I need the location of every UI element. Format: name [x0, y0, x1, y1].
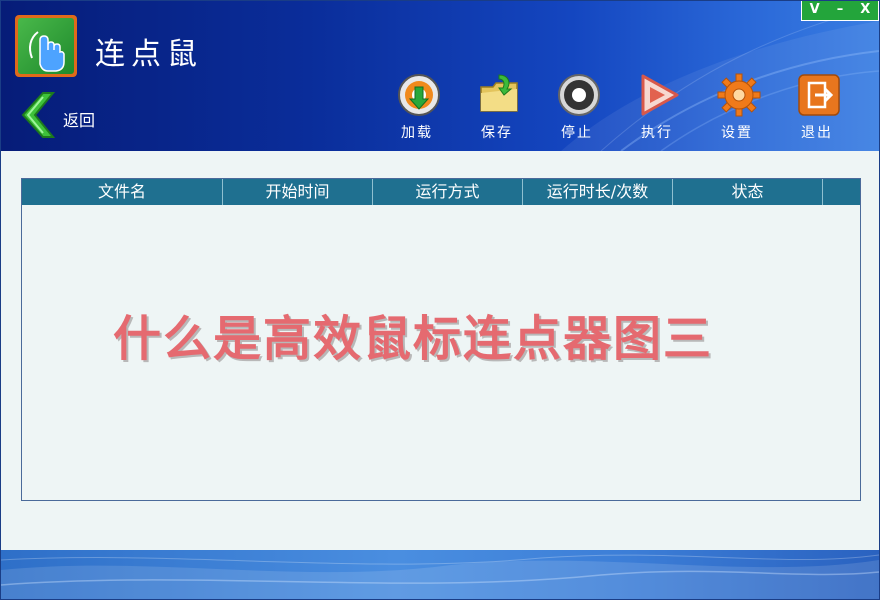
exit-button[interactable]: 退出: [791, 73, 843, 143]
load-button[interactable]: 加载: [391, 73, 443, 143]
column-header-status[interactable]: 状态: [673, 179, 823, 205]
back-label: 返回: [63, 111, 96, 130]
header: 连点鼠 返回 V – X 加载 保存 停止 执行 设置 退出: [1, 1, 879, 151]
app-window: 连点鼠 返回 V – X 加载 保存 停止 执行 设置 退出 文件名 开始时间 …: [0, 0, 880, 600]
execute-button[interactable]: 执行: [631, 73, 683, 143]
table-header: 文件名 开始时间 运行方式 运行时长/次数 状态: [22, 179, 860, 205]
save-button[interactable]: 保存: [471, 73, 523, 143]
footer-swoosh-decoration: [1, 554, 879, 599]
minimize-button[interactable]: –: [827, 1, 852, 20]
window-controls: V – X: [801, 1, 879, 21]
toolbar-label-settings: 设置: [721, 125, 753, 141]
app-title: 连点鼠: [95, 37, 203, 72]
exit-icon: [798, 74, 840, 116]
footer-banner: [1, 550, 879, 599]
play-icon: [641, 74, 679, 116]
column-header-duration-count[interactable]: 运行时长/次数: [523, 179, 673, 205]
gear-icon: [717, 73, 761, 117]
column-header-filler: [823, 179, 860, 205]
column-header-filename[interactable]: 文件名: [22, 179, 223, 205]
load-icon: [398, 74, 440, 116]
toolbar-label-exit: 退出: [801, 125, 833, 141]
app-logo: [15, 15, 77, 77]
close-button[interactable]: X: [853, 1, 878, 20]
restore-button[interactable]: V: [802, 1, 827, 20]
column-header-start-time[interactable]: 开始时间: [223, 179, 373, 205]
watermark-text: 什么是高效鼠标连点器图三: [113, 311, 714, 367]
save-folder-icon: [480, 74, 518, 112]
back-button[interactable]: 返回: [19, 91, 119, 141]
column-header-run-mode[interactable]: 运行方式: [373, 179, 523, 205]
chevron-left-icon: [21, 92, 56, 138]
toolbar-label-stop: 停止: [561, 125, 593, 141]
settings-button[interactable]: 设置: [711, 73, 763, 143]
toolbar-label-save: 保存: [481, 125, 513, 141]
stop-icon: [558, 74, 600, 116]
toolbar-label-execute: 执行: [641, 125, 673, 141]
mouse-click-hand-icon: [29, 31, 65, 72]
stop-button[interactable]: 停止: [551, 73, 603, 143]
toolbar-label-load: 加载: [401, 125, 433, 141]
